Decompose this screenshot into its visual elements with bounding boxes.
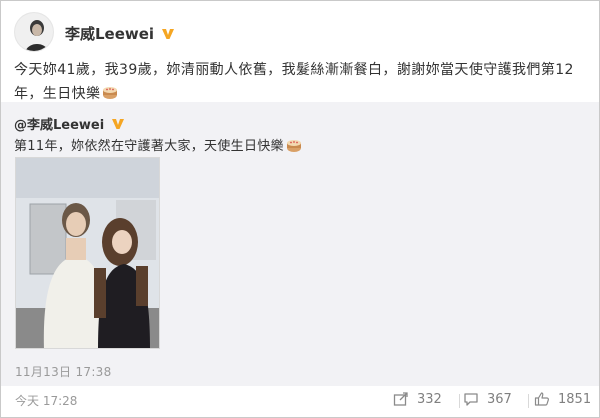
repost-text: 第11年，妳依然在守護著大家，天使生日快樂: [14, 135, 302, 154]
reposted-content: @李威Leewei 第11年，妳依然在守護著大家，天使生日快樂 11月13日 1…: [1, 102, 599, 386]
share-icon: [393, 392, 408, 406]
comment-button[interactable]: 367: [463, 391, 512, 407]
comment-icon: [464, 393, 478, 406]
divider: [528, 394, 529, 408]
thumbs-up-icon: [534, 392, 549, 406]
repost-text-content: 第11年，妳依然在守護著大家，天使生日快樂: [14, 139, 284, 154]
cake-emoji-icon: [103, 87, 118, 99]
post-text-content: 今天妳41歲，我39歲，妳清丽動人依舊，我髮絲漸漸餐白，謝謝妳當天使守護我們第1…: [14, 62, 574, 102]
like-count: 1851: [558, 391, 592, 407]
weibo-post-card: 李威Leewei 今天妳41歲，我39歲，妳清丽動人依舊，我髮絲漸漸餐白，謝謝妳…: [0, 0, 600, 418]
share-button[interactable]: 332: [393, 391, 442, 407]
share-count: 332: [417, 391, 442, 407]
avatar-photo: [15, 13, 53, 51]
repost-timestamp[interactable]: 11月13日 17:38: [15, 363, 112, 380]
couple-photo: [16, 158, 159, 348]
comment-count: 367: [487, 391, 512, 407]
post-author[interactable]: 李威Leewei: [65, 23, 176, 44]
post-text: 今天妳41歲，我39歲，妳清丽動人依舊，我髮絲漸漸餐白，謝謝妳當天使守護我們第1…: [14, 58, 594, 106]
verified-badge-icon: [162, 28, 175, 39]
verified-badge-icon: [112, 118, 125, 129]
post-footer: 今天 17:28 332 367 1851: [1, 387, 599, 417]
like-button[interactable]: 1851: [534, 391, 591, 407]
repost-photo[interactable]: [15, 157, 160, 349]
repost-author[interactable]: @李威Leewei: [14, 114, 126, 133]
repost-author-name[interactable]: @李威Leewei: [14, 114, 104, 133]
divider: [459, 394, 460, 408]
post-author-name[interactable]: 李威Leewei: [65, 23, 154, 44]
cake-emoji-icon: [286, 139, 301, 152]
avatar[interactable]: [14, 12, 54, 52]
post-timestamp[interactable]: 今天 17:28: [15, 392, 77, 409]
